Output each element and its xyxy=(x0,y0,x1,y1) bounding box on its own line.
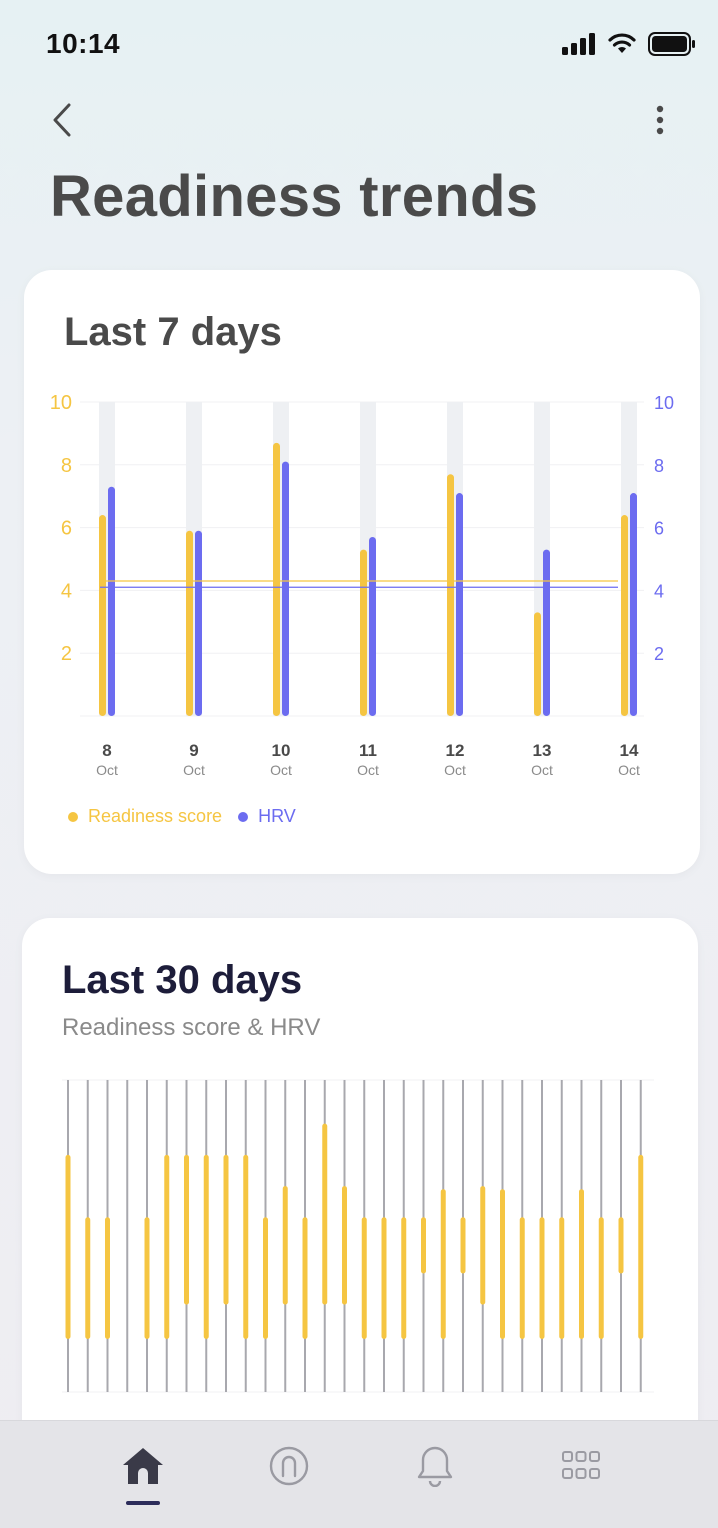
readiness-range-bar xyxy=(85,1217,91,1339)
y-right-tick: 2 xyxy=(654,644,664,664)
x-tick-day: 10 xyxy=(272,741,291,760)
x-tick-day: 11 xyxy=(359,741,377,760)
hrv-bar xyxy=(282,461,289,716)
hrv-bar xyxy=(456,493,463,716)
readiness-range-bar xyxy=(401,1217,407,1339)
legend-hrv-label: HRV xyxy=(258,806,296,826)
last-7-days-card: Last 7 days 2 4 6 8 10 2 4 6 8 10 8 Oct 9 Oct 10 Oct 11 O… xyxy=(24,270,700,874)
status-bar: 10:14 xyxy=(0,0,718,90)
last-7-days-chart: 2 4 6 8 10 2 4 6 8 10 8 Oct 9 Oct 10 Oct 11 Oct 12 Oct 13 Oct… xyxy=(50,392,674,778)
x-tick-month: Oct xyxy=(618,762,640,778)
home-icon xyxy=(123,1448,163,1484)
readiness-range-bar xyxy=(539,1217,545,1339)
signal-icon xyxy=(562,33,595,55)
x-tick-month: Oct xyxy=(183,762,205,778)
readiness-range-bar xyxy=(598,1217,604,1339)
readiness-range-bar xyxy=(164,1154,170,1339)
readiness-range-bar xyxy=(480,1186,486,1305)
x-tick-day: 9 xyxy=(189,741,198,760)
tab-bar xyxy=(0,1420,718,1528)
readiness-bar xyxy=(186,530,193,716)
y-left-tick: 6 xyxy=(61,518,72,540)
readiness-range-bar xyxy=(322,1123,328,1305)
readiness-range-bar xyxy=(618,1217,624,1274)
readiness-range-bar xyxy=(105,1217,110,1339)
x-tick-month: Oct xyxy=(96,762,118,778)
active-tab-indicator xyxy=(126,1501,160,1505)
x-tick-month: Oct xyxy=(531,762,553,778)
wifi-icon xyxy=(608,33,636,53)
readiness-range-bar xyxy=(361,1217,367,1339)
readiness-bar xyxy=(621,515,628,716)
readiness-range-bar xyxy=(282,1186,288,1305)
y-left-tick: 2 xyxy=(61,643,72,665)
x-tick-month: Oct xyxy=(444,762,466,778)
x-tick-month: Oct xyxy=(357,762,379,778)
profile-icon xyxy=(269,1446,309,1486)
hrv-bar xyxy=(543,549,550,716)
y-right-tick: 8 xyxy=(654,456,664,476)
chart-legend: Readiness score HRV xyxy=(68,806,296,827)
hrv-bar xyxy=(369,537,376,716)
hrv-bar xyxy=(630,493,637,716)
readiness-range-bar xyxy=(638,1154,644,1339)
legend-readiness: Readiness score xyxy=(68,806,222,827)
y-right-tick: 6 xyxy=(654,519,664,539)
tab-notifications[interactable] xyxy=(405,1441,465,1491)
y-right-tick: 4 xyxy=(654,581,664,601)
readiness-range-bar xyxy=(302,1217,308,1339)
readiness-range-bar xyxy=(559,1217,565,1339)
tab-profile[interactable] xyxy=(259,1441,319,1491)
readiness-range-bar xyxy=(381,1217,387,1339)
readiness-bar xyxy=(360,549,367,716)
x-tick-day: 8 xyxy=(102,741,111,760)
readiness-range-bar xyxy=(579,1189,584,1339)
readiness-range-bar xyxy=(460,1217,466,1274)
battery-icon xyxy=(648,32,695,56)
readiness-range-bar xyxy=(144,1217,150,1339)
hrv-dot-icon xyxy=(238,811,249,822)
hrv-bar xyxy=(195,530,202,716)
readiness-range-bar xyxy=(500,1189,505,1339)
readiness-range-bar xyxy=(184,1154,189,1305)
nav-row xyxy=(0,90,718,150)
readiness-bar xyxy=(99,515,106,716)
status-icons xyxy=(562,32,696,56)
readiness-range-bar xyxy=(440,1189,446,1339)
legend-readiness-label: Readiness score xyxy=(88,806,223,826)
readiness-range-bar xyxy=(263,1217,268,1339)
more-options-button[interactable] xyxy=(638,98,682,142)
y-left-tick: 4 xyxy=(61,580,72,602)
readiness-range-bar xyxy=(519,1217,525,1339)
readiness-range-bar xyxy=(342,1186,347,1305)
tab-more[interactable] xyxy=(551,1441,611,1491)
page-title: Readiness trends xyxy=(50,164,539,229)
x-tick-day: 14 xyxy=(620,741,639,760)
x-tick-day: 12 xyxy=(446,741,465,760)
readiness-bar xyxy=(273,442,280,716)
readiness-range-bar xyxy=(421,1217,426,1274)
chevron-left-icon xyxy=(53,103,71,137)
readiness-bar xyxy=(447,474,454,716)
readiness-range-bar xyxy=(223,1154,229,1305)
back-button[interactable] xyxy=(40,98,84,142)
y-left-tick: 10 xyxy=(50,392,72,414)
bell-icon xyxy=(417,1446,453,1487)
readiness-range-bar xyxy=(203,1154,209,1339)
readiness-range-bar xyxy=(65,1154,71,1339)
grid-icon xyxy=(562,1451,600,1479)
readiness-bar xyxy=(534,612,541,716)
y-right-tick: 10 xyxy=(654,393,674,413)
tab-home[interactable] xyxy=(113,1441,173,1491)
legend-hrv: HRV xyxy=(238,806,296,827)
last-30-days-chart: 16182022242628302468101214 xyxy=(59,1079,654,1436)
readiness-dot-icon xyxy=(68,811,78,822)
status-time: 10:14 xyxy=(46,28,121,59)
y-left-tick: 8 xyxy=(61,455,72,477)
hrv-bar xyxy=(108,486,115,716)
more-vertical-icon xyxy=(656,105,664,135)
x-tick-month: Oct xyxy=(270,762,292,778)
readiness-range-bar xyxy=(243,1154,249,1339)
x-tick-day: 13 xyxy=(533,741,552,760)
